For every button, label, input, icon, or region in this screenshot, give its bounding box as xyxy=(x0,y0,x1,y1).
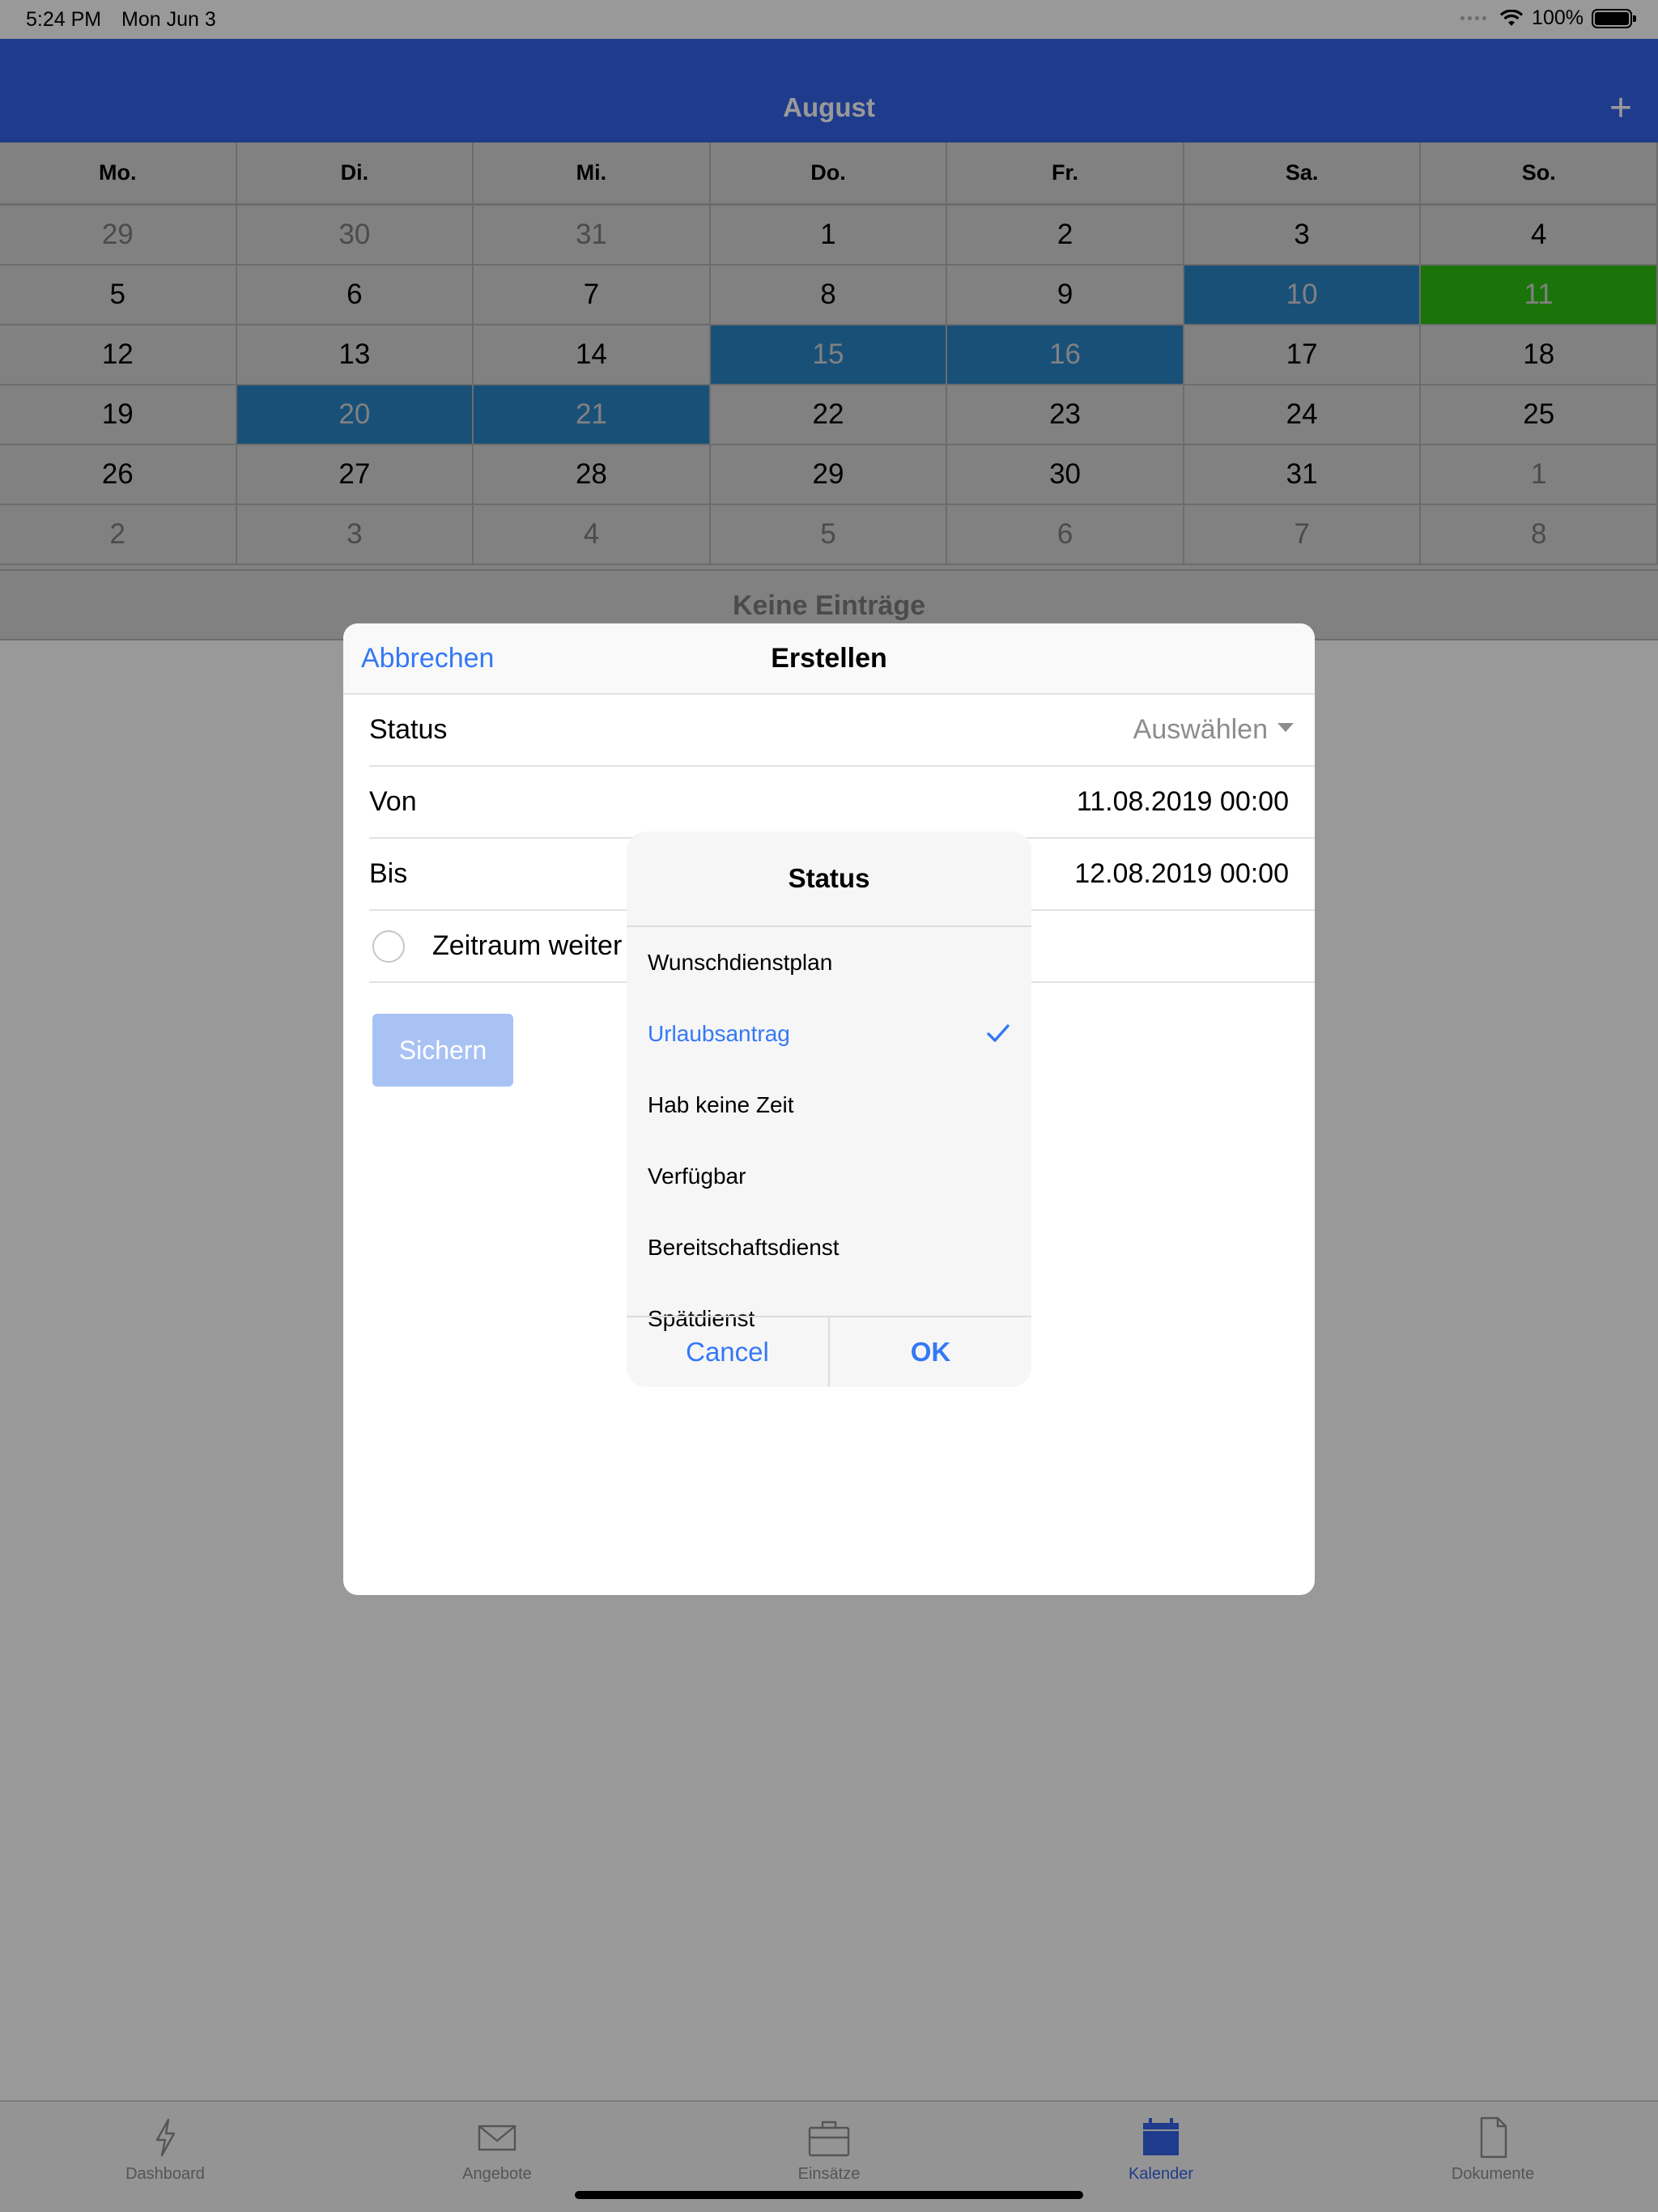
status-row[interactable]: Status Auswählen xyxy=(369,695,1315,767)
sichern-button[interactable]: Sichern xyxy=(372,1014,513,1087)
home-indicator[interactable] xyxy=(575,2191,1083,2199)
zeitraum-label: Zeitraum weiter xyxy=(432,930,623,961)
picker-option-selected[interactable]: Urlaubsantrag xyxy=(627,998,1031,1070)
sheet-header: Abbrechen Erstellen xyxy=(343,623,1315,695)
picker-option-label: Urlaubsantrag xyxy=(648,1021,790,1046)
status-placeholder: Auswählen xyxy=(1133,714,1268,745)
picker-option[interactable]: Verfügbar xyxy=(627,1141,1031,1212)
picker-option[interactable]: Wunschdienstplan xyxy=(627,927,1031,998)
picker-option-list[interactable]: Wunschdienstplan Urlaubsantrag Hab keine… xyxy=(627,927,1031,1337)
status-label: Status xyxy=(369,714,448,745)
von-row[interactable]: Von 11.08.2019 00:00 xyxy=(369,767,1315,839)
cancel-button[interactable]: Cancel xyxy=(627,1317,828,1387)
status-picker-dialog: Status Wunschdienstplan Urlaubsantrag Ha… xyxy=(627,832,1031,1387)
caret-down-icon xyxy=(1278,722,1294,732)
ok-button[interactable]: OK xyxy=(828,1317,1031,1387)
checkmark-icon xyxy=(987,1024,1010,1042)
von-date-field[interactable]: 11.08.2019 00:00 xyxy=(1077,786,1289,818)
von-label: Von xyxy=(369,786,417,817)
picker-option[interactable]: Bereitschaftsdienst xyxy=(627,1212,1031,1283)
picker-footer: Cancel OK xyxy=(627,1316,1031,1387)
picker-option[interactable]: Hab keine Zeit xyxy=(627,1070,1031,1141)
zeitraum-radio[interactable] xyxy=(372,930,405,963)
sheet-title: Erstellen xyxy=(771,643,887,674)
bis-date-field[interactable]: 12.08.2019 00:00 xyxy=(1074,858,1289,890)
bis-label: Bis xyxy=(369,858,408,889)
status-dropdown[interactable]: Auswählen xyxy=(1133,714,1294,746)
picker-title: Status xyxy=(627,832,1031,927)
